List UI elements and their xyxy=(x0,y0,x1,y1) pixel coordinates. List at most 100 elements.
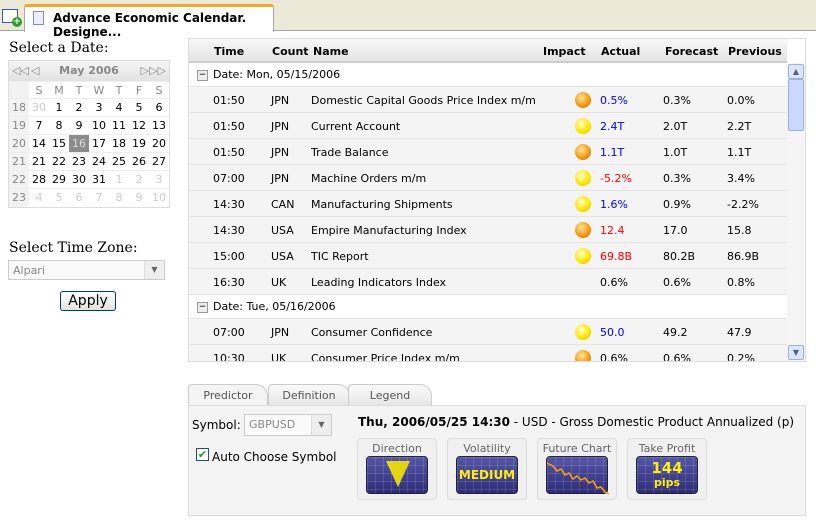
week-number[interactable]: 19 xyxy=(9,116,29,135)
calendar-day[interactable]: 30 xyxy=(29,98,49,117)
calendar-day[interactable]: 6 xyxy=(69,188,89,207)
calendar-day[interactable]: 7 xyxy=(29,116,49,135)
calendar-day[interactable]: 8 xyxy=(109,188,129,207)
calendar-day[interactable]: 22 xyxy=(49,152,69,171)
date-group-row[interactable]: − Date: Mon, 05/15/2006 xyxy=(189,63,787,87)
table-row[interactable]: 14:30 USA Empire Manufacturing Index 12.… xyxy=(189,217,787,243)
next-month-icon[interactable]: ▷ xyxy=(141,61,149,81)
next-year-icon[interactable]: ▷▷ xyxy=(149,61,166,81)
calendar-day[interactable]: 31 xyxy=(89,170,109,189)
calendar-day[interactable]: 30 xyxy=(69,170,89,189)
calendar-day[interactable]: 11 xyxy=(109,116,129,135)
calendar-day[interactable]: 3 xyxy=(89,98,109,117)
calendar-day[interactable]: 13 xyxy=(149,116,169,135)
col-time[interactable]: Time xyxy=(214,45,244,58)
table-row[interactable]: 15:00 USA TIC Report 69.8B 80.2B 86.9B xyxy=(189,243,787,269)
table-row[interactable]: 07:00 JPN Machine Orders m/m -5.2% 0.3% … xyxy=(189,165,787,191)
calendar-day[interactable]: 3 xyxy=(149,170,169,189)
calendar-day[interactable]: 27 xyxy=(149,152,169,171)
week-number[interactable]: 21 xyxy=(9,152,29,171)
collapse-icon[interactable]: − xyxy=(197,302,208,313)
calendar-day[interactable]: 10 xyxy=(89,116,109,135)
calendar-day[interactable]: 9 xyxy=(69,116,89,135)
table-row[interactable]: 01:50 JPN Domestic Capital Goods Price I… xyxy=(189,87,787,113)
tab-definition[interactable]: Definition xyxy=(268,384,350,406)
future-chart-card[interactable]: Future Chart xyxy=(537,438,617,500)
calendar-day[interactable]: 1 xyxy=(109,170,129,189)
col-impact[interactable]: Impact xyxy=(543,45,586,58)
volatility-card[interactable]: Volatility MEDIUM xyxy=(447,438,527,500)
table-row[interactable]: 07:00 JPN Consumer Confidence 50.0 49.2 … xyxy=(189,319,787,345)
calendar-day[interactable]: 25 xyxy=(109,152,129,171)
calendar-day[interactable]: 24 xyxy=(89,152,109,171)
calendar-day[interactable]: 10 xyxy=(149,188,169,207)
calendar-day[interactable]: 15 xyxy=(49,134,69,153)
scroll-up-icon[interactable]: ▲ xyxy=(788,64,804,79)
calendar-day-selected[interactable]: 16 xyxy=(69,134,89,153)
calendar-day[interactable]: 5 xyxy=(129,98,149,117)
col-actual[interactable]: Actual xyxy=(601,45,640,58)
week-number[interactable]: 23 xyxy=(9,188,29,207)
col-country[interactable]: Count xyxy=(272,45,309,58)
calendar-day[interactable]: 2 xyxy=(129,170,149,189)
scroll-thumb[interactable] xyxy=(788,79,804,131)
calendar-day[interactable]: 18 xyxy=(109,134,129,153)
tab-calendar[interactable]: Advance Economic Calendar. Designe... xyxy=(24,4,274,39)
calendar-day[interactable]: 26 xyxy=(129,152,149,171)
timezone-select[interactable]: Alpari ▼ xyxy=(8,260,165,280)
calendar-day[interactable]: 1 xyxy=(49,98,69,117)
scroll-down-icon[interactable]: ▼ xyxy=(788,345,804,360)
calendar-day[interactable]: 23 xyxy=(69,152,89,171)
calendar-day[interactable]: 7 xyxy=(89,188,109,207)
calendar-day[interactable]: 20 xyxy=(149,134,169,153)
symbol-select[interactable]: GBPUSD ▼ xyxy=(244,414,332,436)
col-previous[interactable]: Previous xyxy=(728,45,782,58)
calendar-day[interactable]: 9 xyxy=(129,188,149,207)
chevron-down-icon[interactable]: ▼ xyxy=(144,261,164,279)
col-forecast[interactable]: Forecast xyxy=(665,45,718,58)
table-row[interactable]: 16:30 UK Leading Indicators Index 0.6% 0… xyxy=(189,269,787,295)
future-chart-icon xyxy=(546,456,610,495)
calendar-day[interactable]: 21 xyxy=(29,152,49,171)
direction-card[interactable]: Direction xyxy=(357,438,437,500)
calendar-day[interactable]: 17 xyxy=(89,134,109,153)
calendar-day[interactable]: 4 xyxy=(109,98,129,117)
week-number[interactable]: 18 xyxy=(9,98,29,117)
calendar-day[interactable]: 19 xyxy=(129,134,149,153)
event-previous: 47.9 xyxy=(727,326,752,339)
collapse-icon[interactable]: − xyxy=(197,70,208,81)
auto-symbol-checkbox[interactable]: ✔ xyxy=(196,448,209,461)
calendar-day[interactable]: 8 xyxy=(49,116,69,135)
prev-month-icon[interactable]: ◁ xyxy=(31,61,39,81)
col-name[interactable]: Name xyxy=(313,45,349,58)
calendar-day[interactable]: 12 xyxy=(129,116,149,135)
tab-legend[interactable]: Legend xyxy=(348,384,432,406)
calendar-day[interactable]: 4 xyxy=(29,188,49,207)
apply-button[interactable]: Apply xyxy=(60,291,116,311)
week-number[interactable]: 20 xyxy=(9,134,29,153)
calendar-day[interactable]: 14 xyxy=(29,134,49,153)
event-name: Empire Manufacturing Index xyxy=(311,224,467,237)
table-row[interactable]: 10:30 UK Consumer Price Index m/m 0.6% 0… xyxy=(189,345,787,362)
weekday-label: S xyxy=(29,81,49,99)
calendar-day[interactable]: 5 xyxy=(49,188,69,207)
calendar-day[interactable]: 6 xyxy=(149,98,169,117)
week-number[interactable]: 22 xyxy=(9,170,29,189)
table-row[interactable]: 01:50 JPN Current Account 2.4T 2.0T 2.2T xyxy=(189,113,787,139)
chevron-down-icon[interactable]: ▼ xyxy=(311,415,331,435)
new-tab-icon[interactable] xyxy=(2,9,22,27)
event-previous: 0.2% xyxy=(727,352,755,362)
calendar-day[interactable]: 29 xyxy=(49,170,69,189)
tab-predictor[interactable]: Predictor xyxy=(188,384,268,406)
calendar-day[interactable]: 28 xyxy=(29,170,49,189)
table-row[interactable]: 01:50 JPN Trade Balance 1.1T 1.0T 1.1T xyxy=(189,139,787,165)
calendar-day[interactable]: 2 xyxy=(69,98,89,117)
prev-year-icon[interactable]: ◁◁ xyxy=(12,61,29,81)
event-country: USA xyxy=(271,250,294,263)
take-profit-value: 144 xyxy=(651,459,683,477)
table-row[interactable]: 14:30 CAN Manufacturing Shipments 1.6% 0… xyxy=(189,191,787,217)
date-group-row[interactable]: − Date: Tue, 05/16/2006 xyxy=(189,295,787,319)
event-actual: 12.4 xyxy=(600,224,625,237)
scrollbar[interactable]: ▲ ▼ xyxy=(787,63,805,361)
take-profit-card[interactable]: Take Profit 144 pips xyxy=(627,438,707,500)
